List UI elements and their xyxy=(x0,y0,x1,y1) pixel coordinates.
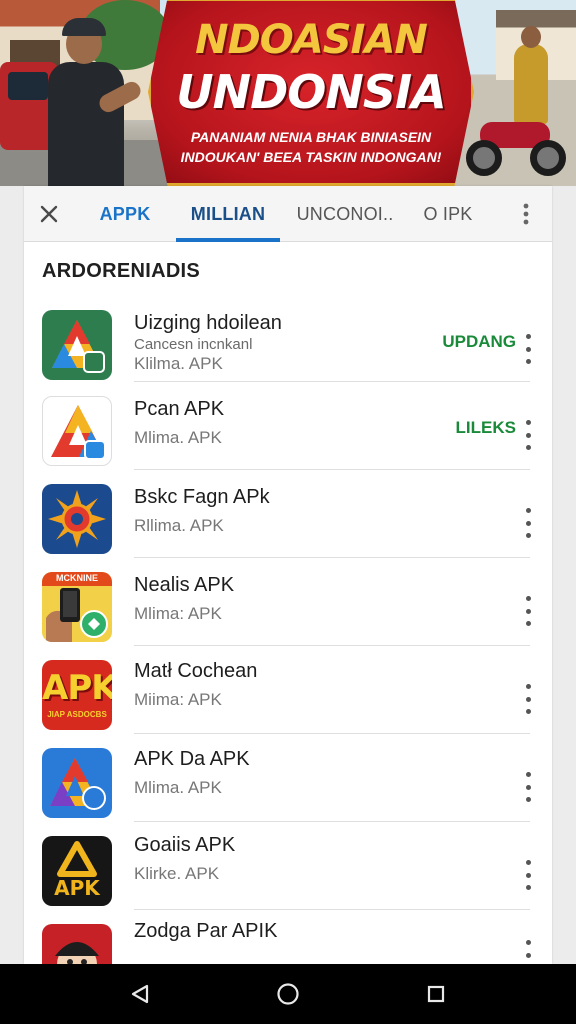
face-icon xyxy=(42,924,112,964)
play-triangle-icon xyxy=(42,310,112,380)
update-button[interactable]: UPDANG xyxy=(442,332,516,352)
apk-triangle-icon: APK xyxy=(42,836,112,906)
more-vert-icon[interactable] xyxy=(518,420,538,450)
recents-icon[interactable] xyxy=(406,964,466,1024)
section-title: ARDORENIADIS xyxy=(42,260,201,282)
more-vert-icon[interactable] xyxy=(518,596,538,626)
more-vert-icon[interactable] xyxy=(518,940,538,964)
more-vert-icon[interactable] xyxy=(518,684,538,714)
more-vert-icon[interactable] xyxy=(518,508,538,538)
lileks-button[interactable]: LILEKS xyxy=(456,418,516,438)
list-item[interactable]: APK JIAP ASDOCBS Matł Cochean Miima: APK xyxy=(24,646,552,734)
banner-sign: NDOASIAN UNDONSIA PANANIAM NENIA BHAK BI… xyxy=(148,0,474,186)
app-name: APK Da APK xyxy=(134,748,250,770)
app-name: Nealis APK xyxy=(134,574,235,596)
sun-icon xyxy=(42,484,112,554)
tab-bar: APPK MILLIAN UNCONOI.. O IPK xyxy=(24,186,552,242)
app-meta: Mlima. APK xyxy=(134,778,222,797)
banner-title-line2: UNDONSIA xyxy=(176,65,446,119)
list-item[interactable]: APK Da APK Mlima. APK xyxy=(24,734,552,822)
more-vert-icon[interactable] xyxy=(518,860,538,890)
tab-o-ipk[interactable]: O IPK xyxy=(408,186,488,242)
close-icon[interactable] xyxy=(24,186,74,242)
apk-logo-icon: APK JIAP ASDOCBS xyxy=(42,660,112,730)
hand-phone-icon: MCKNINE xyxy=(42,572,112,642)
man-with-phone-image xyxy=(44,18,144,186)
list-item[interactable]: Zodga Par APIK xyxy=(24,910,552,964)
tab-appk[interactable]: APPK xyxy=(80,186,170,242)
list-item[interactable]: Bskc Fagn APk Rllima. APK xyxy=(24,470,552,558)
icon-sublabel: JIAP ASDOCBS xyxy=(47,710,107,719)
app-meta: Klilma. APK xyxy=(134,354,223,373)
app-list-panel: APPK MILLIAN UNCONOI.. O IPK ARDORENIADI… xyxy=(24,186,552,964)
app-meta: Rllima. APK xyxy=(134,516,224,535)
tab-millian[interactable]: MILLIAN xyxy=(176,186,280,242)
banner-subtitle-line1: PANANIAM NENIA BHAK BINIASEIN xyxy=(190,129,432,145)
app-name: Matł Cochean xyxy=(134,660,258,682)
app-meta: Mlima. APK xyxy=(134,428,222,447)
home-icon[interactable] xyxy=(258,964,318,1024)
app-name: Bskc Fagn APk xyxy=(134,486,270,508)
app-name: Uizging hdoilean xyxy=(134,312,282,334)
back-icon[interactable] xyxy=(110,964,170,1024)
icon-label: APK xyxy=(42,668,112,708)
app-meta: Klirke. APK xyxy=(134,864,220,883)
app-meta: Miima: APK xyxy=(134,690,222,709)
app-name: Goaiis APK xyxy=(134,834,236,856)
active-tab-indicator xyxy=(176,238,280,242)
banner-title-line1: NDOASIAN xyxy=(195,17,428,63)
app-name: Zodga Par APIK xyxy=(134,920,278,942)
list-item[interactable]: APK Goaiis APK Klirke. APK xyxy=(24,822,552,910)
list-item[interactable]: MCKNINE Nealis APK Mlima: APK xyxy=(24,558,552,646)
more-vert-icon[interactable] xyxy=(508,186,544,242)
more-vert-icon[interactable] xyxy=(518,334,538,364)
banner-subtitle-line2: INDOUKAN' BEEA TASKIN INDONGAN! xyxy=(180,149,442,165)
app-name: Pcan APK xyxy=(134,398,225,420)
play-triangle-icon xyxy=(42,748,112,818)
icon-label: APK xyxy=(54,876,100,900)
navigation-bar xyxy=(0,964,576,1024)
more-vert-icon[interactable] xyxy=(518,772,538,802)
promo-banner[interactable]: NDOASIAN UNDONSIA PANANIAM NENIA BHAK BI… xyxy=(0,0,576,186)
app-subtitle: Cancesn incnkanl xyxy=(134,336,253,353)
tab-unconoi[interactable]: UNCONOI.. xyxy=(286,186,404,242)
list-item[interactable]: Pcan APK Mlima. APK LILEKS xyxy=(24,382,552,470)
play-triangle-icon xyxy=(42,396,112,466)
icon-label: MCKNINE xyxy=(56,573,98,583)
app-meta: Mlima: APK xyxy=(134,604,222,623)
list-item[interactable]: Uizging hdoilean Cancesn incnkanl Klilma… xyxy=(24,294,552,382)
